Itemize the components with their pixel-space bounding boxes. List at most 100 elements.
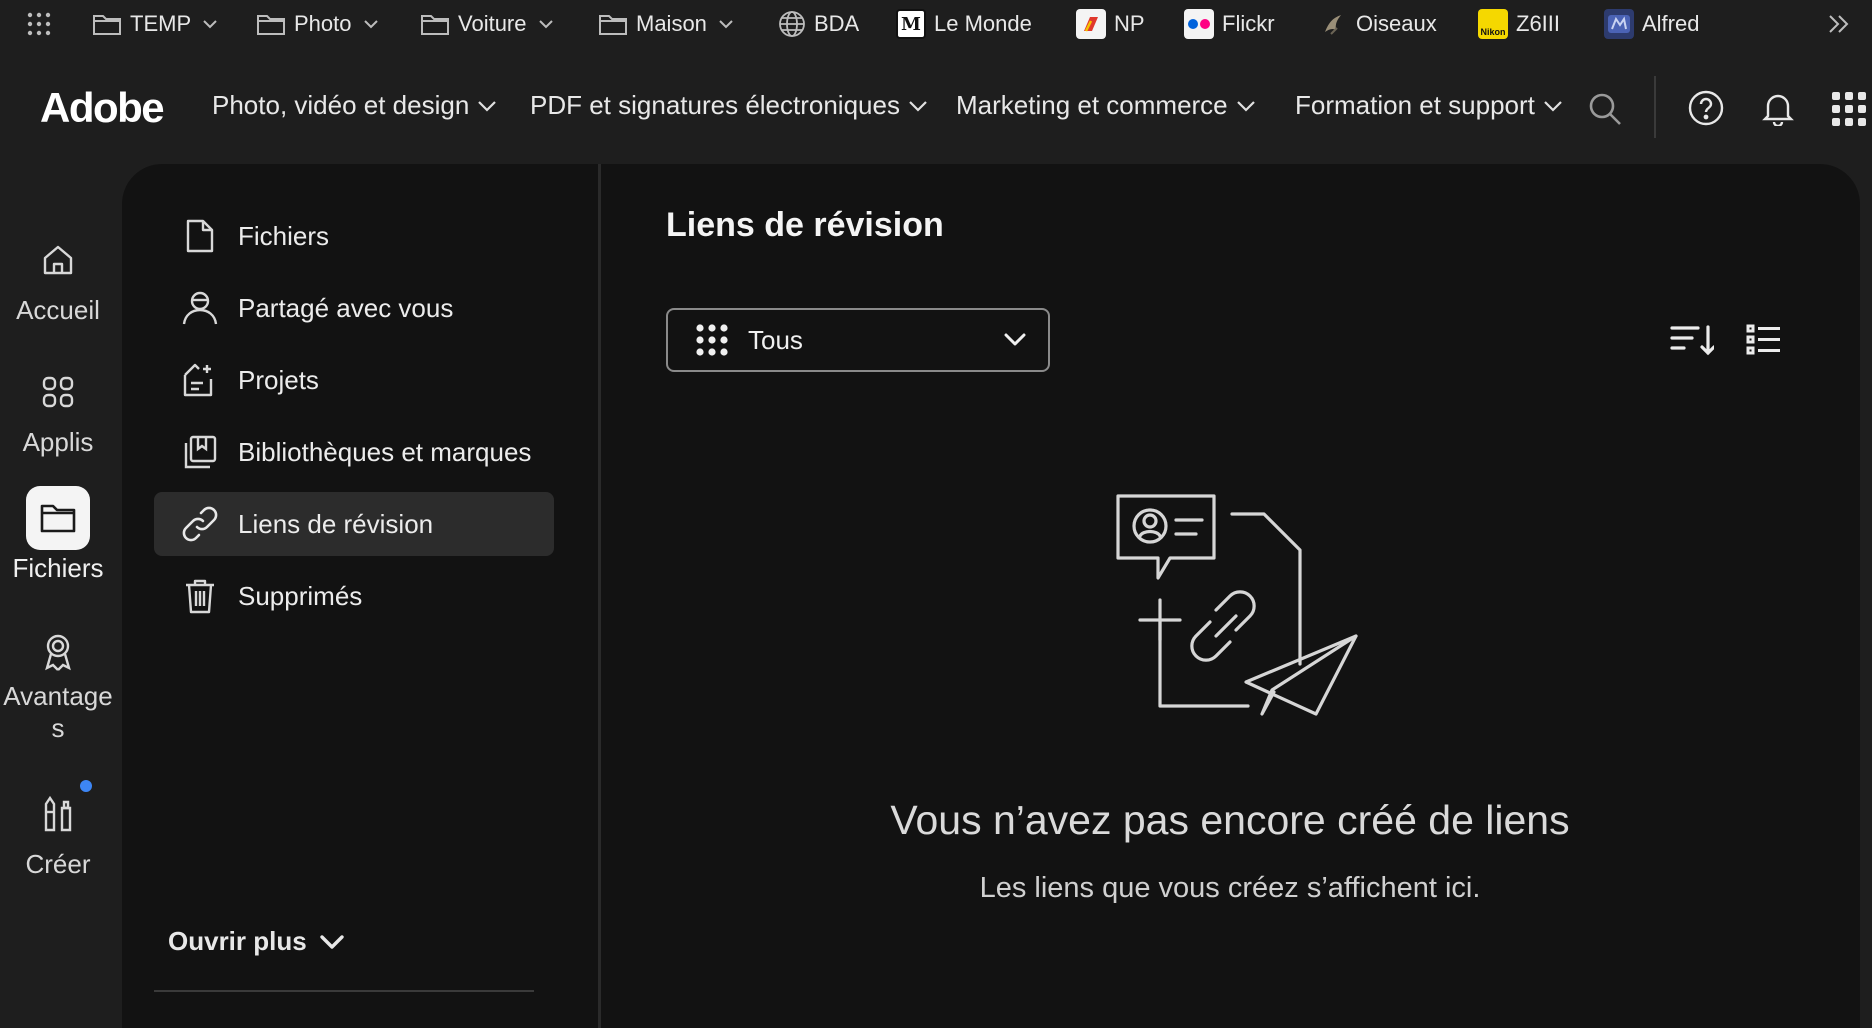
bookmark-label: Z6III <box>1516 11 1561 36</box>
rail-item-avantages[interactable]: Avantage s <box>0 620 116 744</box>
nav-formation-support[interactable]: Formation et support <box>1295 90 1563 121</box>
chevron-down-icon <box>1543 100 1563 112</box>
sidebar-item-label: Liens de révision <box>238 508 434 539</box>
create-icon <box>26 782 90 846</box>
nikon-favicon: Nikon <box>1478 9 1508 39</box>
filter-dropdown[interactable]: Tous <box>666 308 1050 372</box>
bookmark-label: Alfred <box>1642 11 1700 36</box>
nav-label: PDF et signatures électroniques <box>530 90 900 120</box>
nav-pdf-signatures[interactable]: PDF et signatures électroniques <box>530 90 928 121</box>
sidebar-item-bibliotheques[interactable]: Bibliothèques et marques <box>154 420 554 484</box>
sidebar-item-label: Partagé avec vous <box>238 292 454 323</box>
trash-icon <box>178 577 222 615</box>
notifications-bell-icon[interactable] <box>1762 90 1794 126</box>
rail-label: Avantage s <box>3 681 113 743</box>
chevron-down-icon <box>1236 100 1256 112</box>
nav-label: Photo, vidéo et design <box>212 90 470 120</box>
chevron-down-icon <box>203 19 217 29</box>
bird-favicon <box>1318 9 1348 39</box>
nav-divider <box>1654 76 1656 138</box>
folder-icon <box>420 12 450 36</box>
bookmark-flickr[interactable]: Flickr <box>1184 0 1275 48</box>
sidebar-item-supprimes[interactable]: Supprimés <box>154 564 554 628</box>
bookmark-oiseaux[interactable]: Oiseaux <box>1318 0 1437 48</box>
flickr-favicon <box>1184 9 1214 39</box>
sidebar-item-label: Fichiers <box>238 220 330 251</box>
more-bookmarks-chevron-icon[interactable] <box>1828 14 1850 34</box>
bookmark-label: Flickr <box>1222 11 1275 36</box>
nav-photo-video-design[interactable]: Photo, vidéo et design <box>212 90 497 121</box>
sidebar-item-label: Bibliothèques et marques <box>238 436 532 467</box>
rail-label: Applis <box>22 427 94 457</box>
bookmark-folder-voiture[interactable]: Voiture <box>420 0 553 48</box>
sort-icon[interactable] <box>1670 324 1714 356</box>
bookmark-np[interactable]: NP <box>1076 0 1145 48</box>
bookmark-alfred[interactable]: Alfred <box>1604 0 1699 48</box>
rail-item-applis[interactable]: Applis <box>0 360 116 458</box>
empty-state-title: Vous n’avez pas encore créé de liens <box>890 797 1570 843</box>
help-icon[interactable] <box>1688 90 1724 126</box>
nav-label: Formation et support <box>1295 90 1535 120</box>
sidebar-item-liens-revision[interactable]: Liens de révision <box>154 492 554 556</box>
folder-icon <box>598 12 628 36</box>
sidebar-item-label: Supprimés <box>238 580 363 611</box>
sidebar-item-projets[interactable]: Projets <box>154 348 554 412</box>
home-icon <box>26 228 90 292</box>
bookmark-le-monde[interactable]: M Le Monde <box>896 0 1032 48</box>
bookmark-label: BDA <box>814 11 860 36</box>
chevron-down-icon <box>363 19 378 29</box>
bookmark-label: Voiture <box>458 11 527 36</box>
alfred-favicon <box>1604 9 1634 39</box>
rail-item-creer[interactable]: Créer <box>0 782 116 880</box>
open-more-label: Ouvrir plus <box>168 926 307 956</box>
review-links-empty-illustration <box>1112 490 1360 726</box>
chevron-down-icon <box>719 19 733 29</box>
bookmark-folder-maison[interactable]: Maison <box>598 0 733 48</box>
apps-icon <box>26 360 90 424</box>
rail-item-fichiers[interactable]: Fichiers <box>0 486 116 584</box>
bookmark-label: NP <box>1114 11 1145 36</box>
bookmark-label: Maison <box>636 11 707 36</box>
grid-icon <box>696 324 728 356</box>
notification-dot <box>80 780 92 792</box>
bookmark-label: Oiseaux <box>1356 11 1437 36</box>
projects-icon <box>178 361 222 399</box>
empty-state-subtitle: Les liens que vous créez s’affichent ici… <box>979 872 1481 904</box>
app-switcher-icon[interactable] <box>1832 92 1866 126</box>
rail-item-accueil[interactable]: Accueil <box>0 228 116 326</box>
list-view-icon[interactable] <box>1746 324 1782 356</box>
apps-grid-icon[interactable] <box>27 12 51 36</box>
rail-label: Accueil <box>16 295 100 325</box>
folder-icon <box>256 12 286 36</box>
rail-label: Créer <box>25 849 91 879</box>
chevron-down-icon <box>538 19 553 29</box>
adobe-logo[interactable]: Adobe <box>40 84 165 132</box>
bookmark-label: Le Monde <box>934 11 1032 36</box>
award-icon <box>26 620 90 684</box>
nav-marketing-commerce[interactable]: Marketing et commerce <box>956 90 1256 121</box>
chevron-down-icon <box>477 100 497 112</box>
filter-value: Tous <box>748 324 803 355</box>
panel-divider <box>598 164 601 1028</box>
globe-icon <box>778 10 806 38</box>
bookmark-folder-temp[interactable]: TEMP <box>92 0 217 48</box>
bookmark-bda[interactable]: BDA <box>778 0 859 48</box>
sidebar-item-partage[interactable]: Partagé avec vous <box>154 276 554 340</box>
sidebar-divider <box>154 990 534 992</box>
sidebar-item-fichiers[interactable]: Fichiers <box>154 204 554 268</box>
sidebar-item-label: Projets <box>238 364 319 395</box>
library-icon <box>178 434 222 470</box>
bookmark-label: Photo <box>294 11 352 36</box>
bookmark-label: TEMP <box>130 11 192 36</box>
search-icon[interactable] <box>1588 92 1622 126</box>
top-navigation: Adobe Photo, vidéo et design PDF et sign… <box>0 48 1872 164</box>
chevron-down-icon <box>908 100 928 112</box>
bookmarks-bar: TEMP Photo Voiture Maison BDA M Le Monde… <box>0 0 1872 48</box>
bookmark-z6iii[interactable]: Nikon Z6III <box>1478 0 1560 48</box>
page-title: Liens de révision <box>666 206 944 244</box>
chevron-down-icon <box>1004 333 1026 347</box>
le-monde-favicon: M <box>896 9 926 39</box>
chevron-down-icon <box>319 934 345 950</box>
bookmark-folder-photo[interactable]: Photo <box>256 0 378 48</box>
open-more-button[interactable]: Ouvrir plus <box>168 926 345 957</box>
